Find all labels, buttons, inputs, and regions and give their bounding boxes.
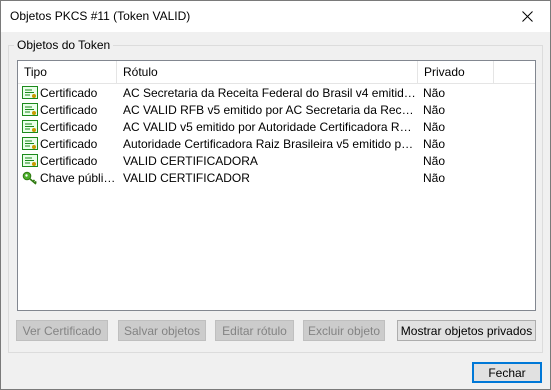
column-header-tipo[interactable]: Tipo <box>18 61 117 83</box>
cell-rotulo: AC Secretaria da Receita Federal do Bras… <box>123 86 416 100</box>
list-rows: Certificado AC Secretaria da Receita Fede… <box>18 85 535 187</box>
table-row[interactable]: Certificado Autoridade Certificadora Raiz… <box>18 136 535 153</box>
certificate-icon <box>22 154 38 168</box>
cell-rotulo: VALID CERTIFICADOR <box>123 171 250 185</box>
table-row[interactable]: Certificado AC VALID RFB v5 emitido por A… <box>18 102 535 119</box>
dialog-window: Objetos PKCS #11 (Token VALID) Objetos d… <box>0 0 551 390</box>
cell-privado: Não <box>423 137 446 151</box>
certificate-icon <box>22 137 38 151</box>
cell-tipo: Certificado <box>40 86 98 100</box>
table-row[interactable]: Chave pública VALID CERTIFICADOR Não <box>18 170 535 187</box>
cell-privado: Não <box>423 86 446 100</box>
cell-tipo: Certificado <box>40 120 98 134</box>
column-header-rotulo[interactable]: Rótulo <box>117 61 418 83</box>
edit-label-button[interactable]: Editar rótulo <box>215 320 294 341</box>
public-key-icon <box>22 171 38 185</box>
cell-rotulo: Autoridade Certificadora Raiz Brasileira… <box>123 137 416 151</box>
cell-tipo: Certificado <box>40 154 98 168</box>
save-objects-button[interactable]: Salvar objetos <box>118 320 206 341</box>
cell-tipo: Certificado <box>40 103 98 117</box>
cell-privado: Não <box>423 154 446 168</box>
certificate-icon <box>22 86 38 100</box>
cell-rotulo: AC VALID v5 emitido por Autoridade Certi… <box>123 120 416 134</box>
cell-privado: Não <box>423 103 446 117</box>
group-title: Objetos do Token <box>14 38 114 52</box>
certificate-icon <box>22 120 38 134</box>
cell-tipo: Certificado <box>40 137 98 151</box>
close-dialog-button[interactable]: Fechar <box>472 362 542 383</box>
close-button[interactable] <box>504 1 550 32</box>
certificate-icon <box>22 103 38 117</box>
cell-privado: Não <box>423 120 446 134</box>
view-certificate-button[interactable]: Ver Certificado <box>16 320 108 341</box>
list-header: Tipo Rótulo Privado <box>18 61 535 84</box>
show-private-objects-button[interactable]: Mostrar objetos privados <box>397 320 536 341</box>
table-row[interactable]: Certificado AC Secretaria da Receita Fede… <box>18 85 535 102</box>
cell-rotulo: AC VALID RFB v5 emitido por AC Secretari… <box>123 103 416 117</box>
column-header-privado[interactable]: Privado <box>418 61 494 83</box>
objects-list[interactable]: Tipo Rótulo Privado Certificado AC Secret… <box>17 60 536 311</box>
table-row[interactable]: Certificado AC VALID v5 emitido por Autor… <box>18 119 535 136</box>
cell-rotulo: VALID CERTIFICADORA <box>123 154 258 168</box>
cell-tipo: Chave pública <box>40 171 116 185</box>
cell-privado: Não <box>423 171 446 185</box>
window-title: Objetos PKCS #11 (Token VALID) <box>10 9 191 23</box>
table-row[interactable]: Certificado VALID CERTIFICADORA Não <box>18 153 535 170</box>
title-bar: Objetos PKCS #11 (Token VALID) <box>1 1 550 32</box>
close-icon <box>521 11 533 22</box>
delete-object-button[interactable]: Excluir objeto <box>303 320 385 341</box>
